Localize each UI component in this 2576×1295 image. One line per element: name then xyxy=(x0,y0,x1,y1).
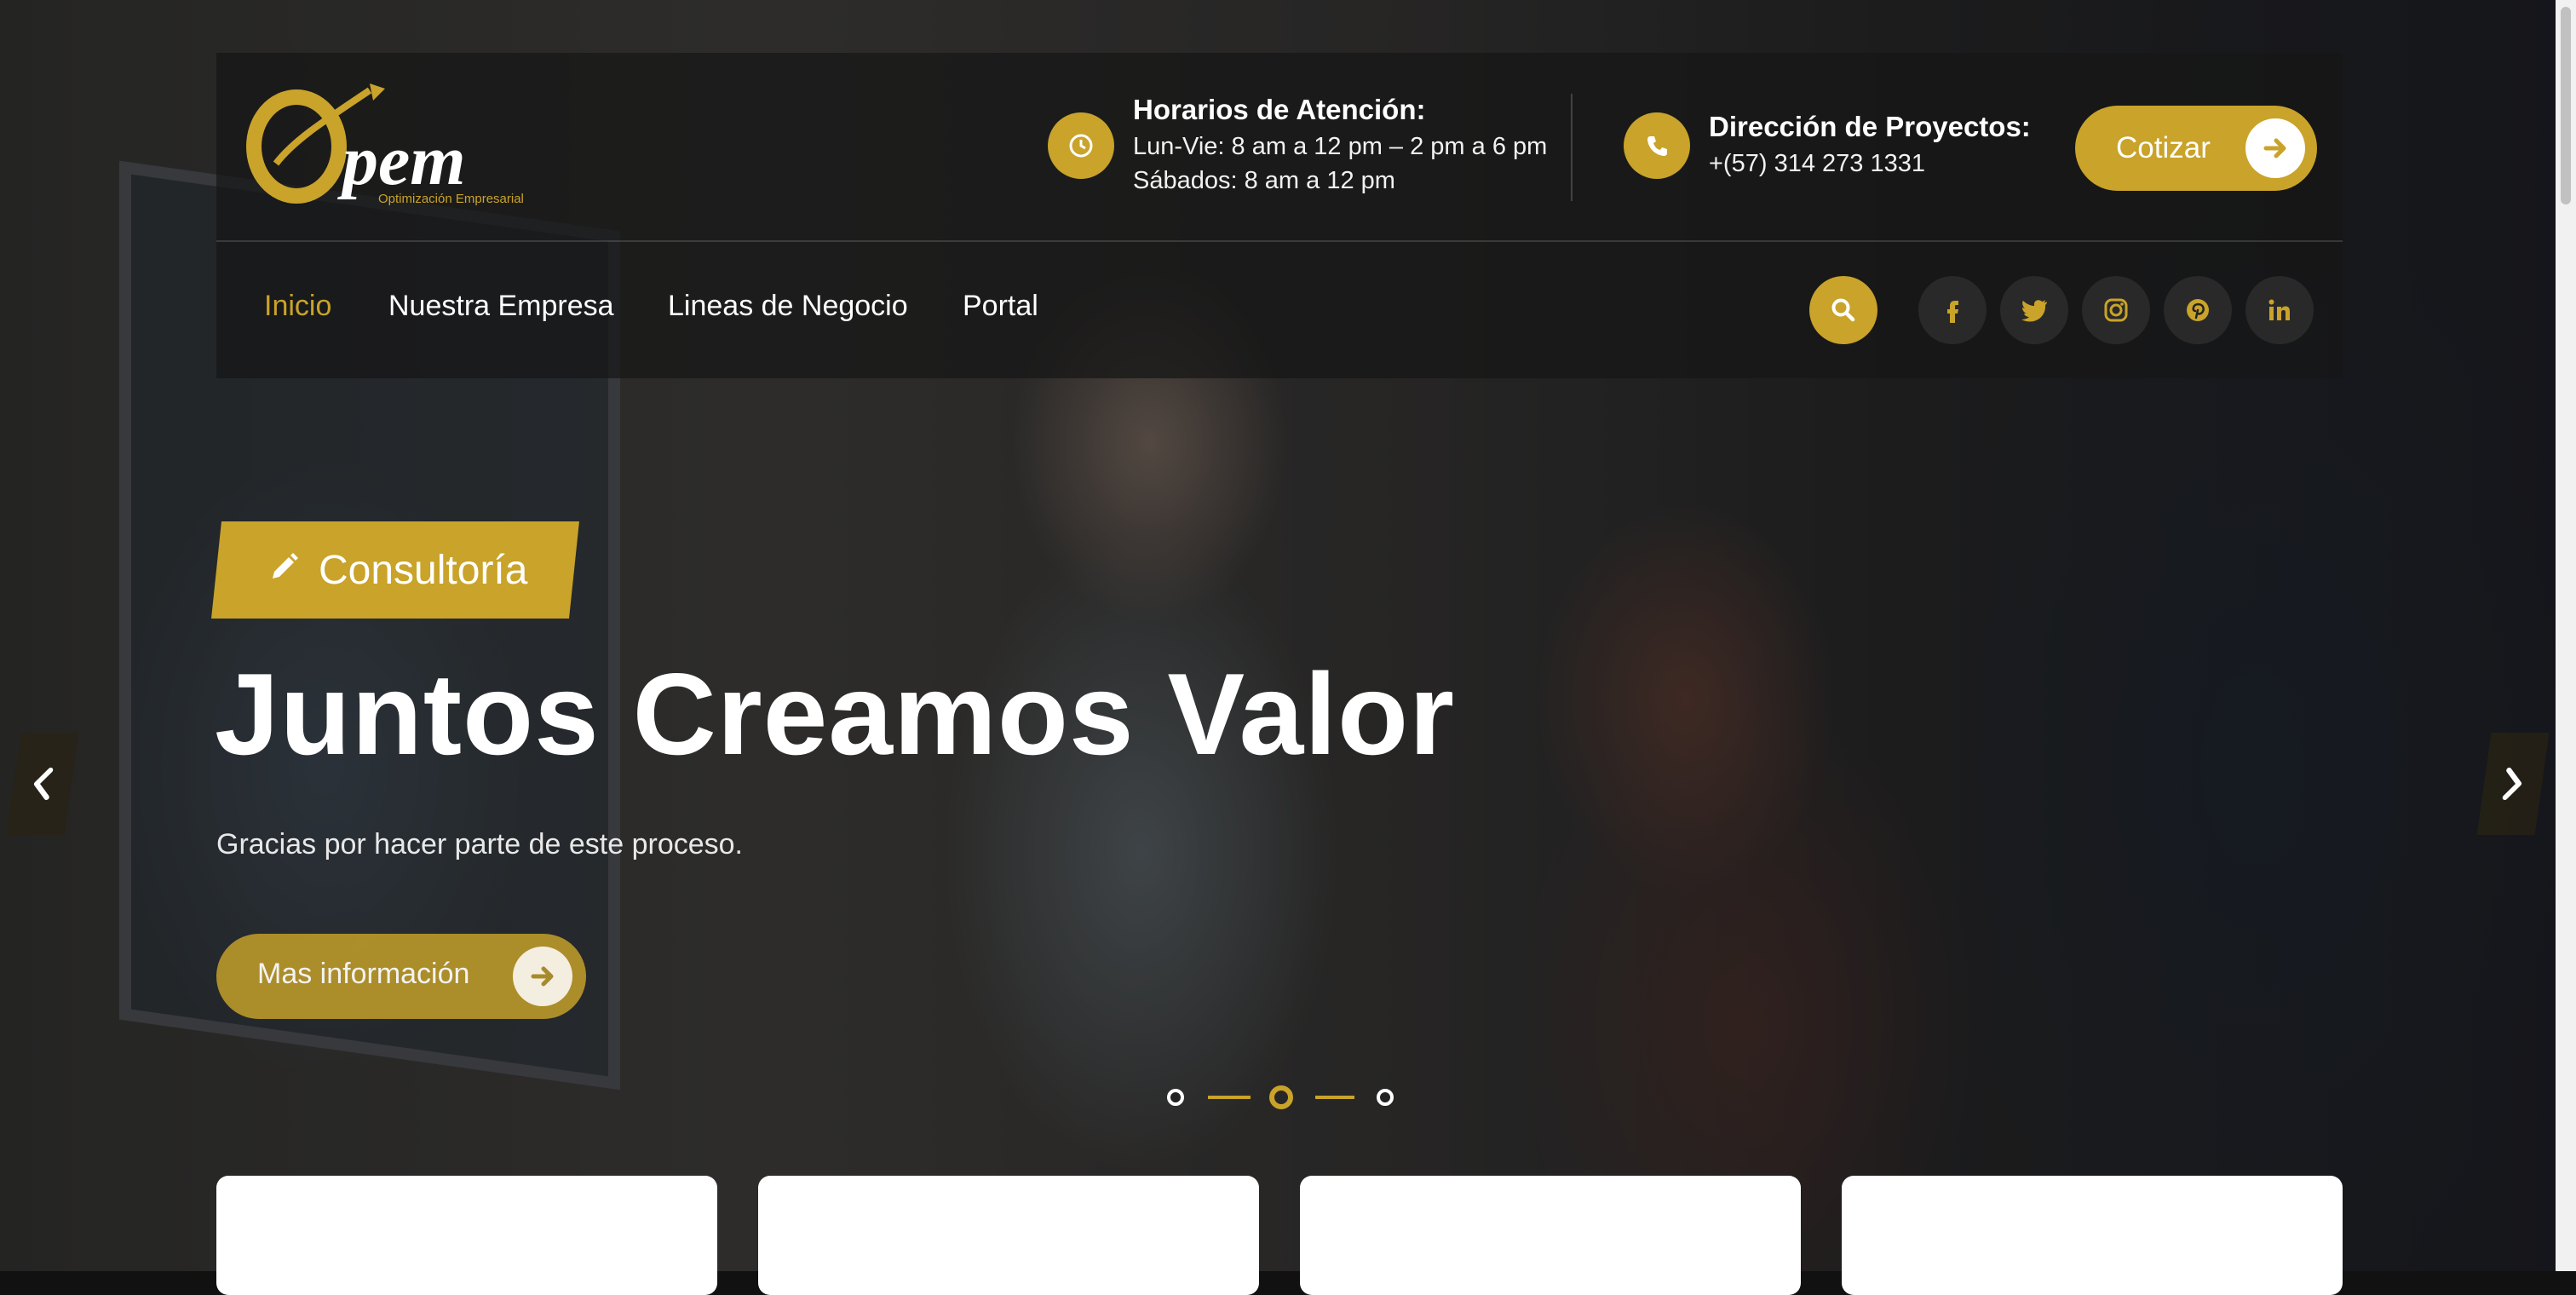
linkedin-icon[interactable] xyxy=(2245,276,2314,344)
service-card-4[interactable] xyxy=(1842,1176,2343,1295)
service-card-1[interactable] xyxy=(216,1176,717,1295)
header-divider xyxy=(216,240,2343,242)
clock-icon xyxy=(1048,112,1114,179)
svg-text:Optimización Empresarial: Optimización Empresarial xyxy=(378,192,524,206)
contact-phone[interactable]: +(57) 314 273 1331 xyxy=(1709,150,1925,178)
facebook-icon[interactable] xyxy=(1918,276,1987,344)
phone-icon xyxy=(1624,112,1690,179)
more-info-label: Mas información xyxy=(257,958,470,990)
chevron-right-icon xyxy=(2502,768,2522,800)
pagination-connector xyxy=(1208,1096,1251,1099)
contact-title: Dirección de Proyectos: xyxy=(1709,111,2031,142)
service-card-2[interactable] xyxy=(758,1176,1259,1295)
instagram-icon[interactable] xyxy=(2082,276,2150,344)
pencil-icon xyxy=(266,551,300,590)
scrollbar-thumb[interactable] xyxy=(2561,7,2571,204)
arrow-right-icon xyxy=(513,947,572,1006)
twitter-icon[interactable] xyxy=(2000,276,2068,344)
slide-dot-1[interactable] xyxy=(1167,1089,1184,1106)
nav-item-inicio[interactable]: Inicio xyxy=(264,290,331,323)
hours-title: Horarios de Atención: xyxy=(1133,94,1426,125)
search-icon[interactable] xyxy=(1809,276,1877,344)
svg-text:pem: pem xyxy=(337,121,466,200)
cotizar-label: Cotizar xyxy=(2116,131,2211,164)
pinterest-icon[interactable] xyxy=(2164,276,2232,344)
slide-dot-3[interactable] xyxy=(1377,1089,1394,1106)
more-info-button[interactable]: Mas información xyxy=(216,934,586,1019)
nav-item-nuestra-empresa[interactable]: Nuestra Empresa xyxy=(388,290,614,323)
cotizar-button[interactable]: Cotizar xyxy=(2075,106,2317,191)
info-separator xyxy=(1571,94,1573,201)
arrow-right-icon xyxy=(2245,118,2305,178)
slide-dot-2-active[interactable] xyxy=(1269,1085,1293,1109)
hero-headline: Juntos Creamos Valor xyxy=(215,649,1456,779)
hours-weekdays: Lun-Vie: 8 am a 12 pm – 2 pm a 6 pm xyxy=(1133,133,1548,160)
nav-item-portal[interactable]: Portal xyxy=(963,290,1038,323)
hours-saturday: Sábados: 8 am a 12 pm xyxy=(1133,167,1395,194)
category-tag-content: Consultoría xyxy=(266,521,527,619)
pagination-connector xyxy=(1315,1096,1354,1099)
company-logo[interactable]: pem Optimización Empresarial xyxy=(242,82,549,210)
hero-subtitle: Gracias por hacer parte de este proceso. xyxy=(216,828,743,860)
chevron-left-icon xyxy=(33,768,54,800)
category-tag-label: Consultoría xyxy=(319,547,528,593)
site-header: pem Optimización Empresarial Horarios de… xyxy=(216,53,2343,378)
nav-item-lineas-de-negocio[interactable]: Lineas de Negocio xyxy=(668,290,908,323)
service-card-3[interactable] xyxy=(1300,1176,1801,1295)
